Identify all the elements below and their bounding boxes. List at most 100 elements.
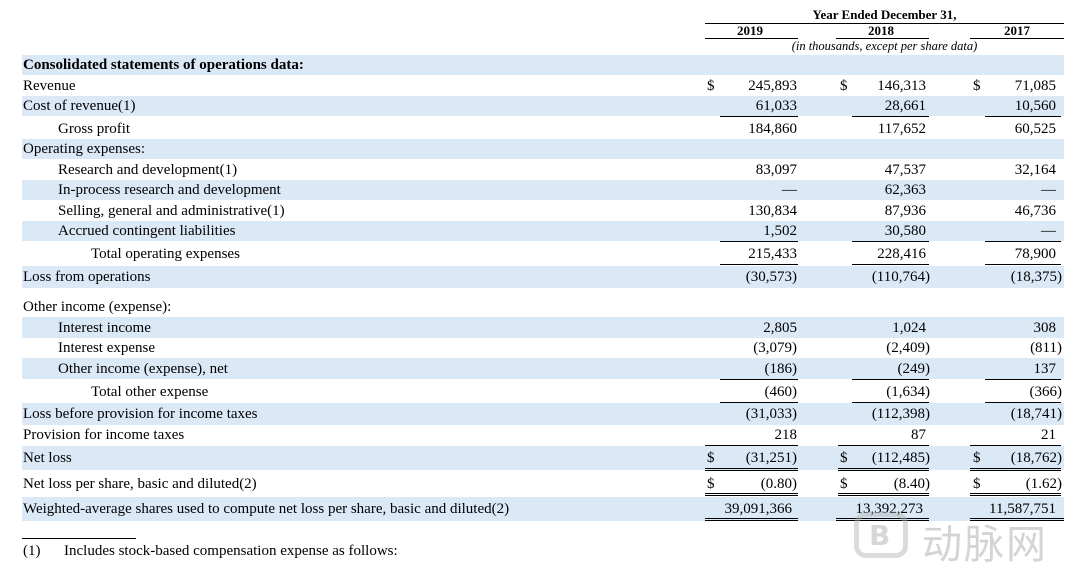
cell-value: 78,900 xyxy=(1014,246,1056,262)
cell-value: 60,525 xyxy=(1014,121,1056,137)
cell-value: (31,033) xyxy=(745,406,797,422)
cell-value: 71,085 xyxy=(1014,78,1056,94)
cell-value: 245,893 xyxy=(748,78,797,94)
footnote-marker: (1) xyxy=(23,543,41,559)
cell-value: 228,416 xyxy=(877,246,926,262)
total-double-rule xyxy=(705,493,798,496)
cell-value: (811) xyxy=(1030,340,1062,356)
total-double-rule xyxy=(705,518,798,521)
cell-value: (1,634) xyxy=(886,384,930,400)
cell-value: (112,485) xyxy=(871,450,930,466)
cell-value: 30,580 xyxy=(884,223,926,239)
currency-symbol: $ xyxy=(973,476,981,492)
cell-value: 218 xyxy=(774,427,798,443)
cell-value: (30,573) xyxy=(745,269,797,285)
subtotal-rule xyxy=(838,445,929,446)
cell-value: 47,537 xyxy=(884,162,926,178)
cell-value: (18,375) xyxy=(1010,269,1062,285)
subtotal-rule xyxy=(985,264,1061,265)
row-label-provision-taxes: Provision for income taxes xyxy=(23,427,185,443)
subtotal-rule xyxy=(852,116,929,117)
cell-value: (366) xyxy=(1029,384,1063,400)
units-note: (in thousands, except per share data) xyxy=(791,39,978,53)
row-label-total-other-expense: Total other expense xyxy=(91,384,209,400)
row-label-gross-profit: Gross profit xyxy=(58,121,131,137)
cell-value: 215,433 xyxy=(748,246,797,262)
cell-value: 130,834 xyxy=(748,203,797,219)
cell-value: (18,762) xyxy=(1010,450,1062,466)
row-band xyxy=(22,139,1064,159)
currency-symbol: $ xyxy=(840,450,848,466)
subtotal-rule xyxy=(720,241,798,242)
year-header-2017: 2017 xyxy=(1004,23,1030,38)
subtotal-rule xyxy=(852,264,929,265)
row-label-in-process-rd: In-process research and development xyxy=(58,182,281,198)
cell-value: 87 xyxy=(911,427,926,443)
currency-symbol: $ xyxy=(840,78,848,94)
subtotal-rule xyxy=(985,241,1061,242)
period-title: Year Ended December 31, xyxy=(812,7,957,22)
subtotal-rule xyxy=(720,379,798,380)
cell-value: (3,079) xyxy=(753,340,797,356)
row-label-other-income-net: Other income (expense), net xyxy=(58,361,228,377)
row-label-accrued-contingent: Accrued contingent liabilities xyxy=(58,223,236,239)
footnote-separator xyxy=(22,538,136,539)
subtotal-rule xyxy=(852,402,929,403)
row-label-loss-before-taxes: Loss before provision for income taxes xyxy=(23,406,258,422)
currency-symbol: $ xyxy=(707,450,715,466)
subtotal-rule xyxy=(720,264,798,265)
cell-value: (186) xyxy=(764,361,798,377)
cell-value: 308 xyxy=(1033,320,1057,336)
cell-value: 2,805 xyxy=(763,320,797,336)
subtotal-rule xyxy=(720,402,798,403)
total-double-rule xyxy=(838,468,929,471)
subtotal-rule xyxy=(985,116,1061,117)
cell-value: 1,024 xyxy=(892,320,926,336)
cell-value: (2,409) xyxy=(886,340,930,356)
cell-value: (112,398) xyxy=(871,406,930,422)
watermark-logo-icon: B xyxy=(854,512,908,558)
row-label-net-loss: Net loss xyxy=(23,450,72,466)
row-label-operating-expenses: Operating expenses: xyxy=(23,141,146,157)
cell-value: (110,764) xyxy=(871,269,930,285)
cell-value: 46,736 xyxy=(1014,203,1056,219)
currency-symbol: $ xyxy=(707,476,715,492)
section-heading-operations: Consolidated statements of operations da… xyxy=(23,57,304,73)
cell-value: 32,164 xyxy=(1014,162,1056,178)
total-double-rule xyxy=(970,468,1061,471)
cell-value: 137 xyxy=(1033,361,1057,377)
row-label-interest-expense: Interest expense xyxy=(58,340,156,356)
row-label-total-operating-expenses: Total operating expenses xyxy=(91,246,240,262)
subtotal-rule xyxy=(852,379,929,380)
row-label-revenue: Revenue xyxy=(23,78,76,94)
year-header-2018: 2018 xyxy=(868,23,894,38)
cell-value: (249) xyxy=(897,361,931,377)
row-label-interest-income: Interest income xyxy=(58,320,151,336)
subtotal-rule xyxy=(970,445,1061,446)
cell-value: 39,091,366 xyxy=(724,501,793,517)
currency-symbol: $ xyxy=(840,476,848,492)
cell-value: (460) xyxy=(764,384,798,400)
cell-value: 62,363 xyxy=(884,182,926,198)
cell-value: — xyxy=(1041,182,1056,198)
cell-value: (18,741) xyxy=(1010,406,1062,422)
cell-value: 83,097 xyxy=(755,162,797,178)
watermark: B 动脉网 xyxy=(852,510,1062,568)
cell-value: 184,860 xyxy=(748,121,797,137)
row-label-sga: Selling, general and administrative(1) xyxy=(58,203,285,219)
cell-value: (31,251) xyxy=(745,450,797,466)
row-label-weighted-average-shares: Weighted-average shares used to compute … xyxy=(23,501,510,517)
total-double-rule xyxy=(838,493,929,496)
footnote-text: Includes stock-based compensation expens… xyxy=(64,543,398,559)
row-label-other-income-expense: Other income (expense): xyxy=(23,299,172,315)
cell-value: 1,502 xyxy=(763,223,797,239)
cell-value: (8.40) xyxy=(893,476,930,492)
subtotal-rule xyxy=(985,402,1061,403)
year-header-2019: 2019 xyxy=(737,23,763,38)
row-label-net-loss-per-share: Net loss per share, basic and diluted(2) xyxy=(23,476,257,492)
subtotal-rule xyxy=(705,445,798,446)
cell-value: — xyxy=(1041,223,1056,239)
row-label-cost-of-revenue: Cost of revenue(1) xyxy=(23,98,136,114)
cell-value: 10,560 xyxy=(1014,98,1056,114)
watermark-text: 动脉网 xyxy=(922,522,1048,568)
